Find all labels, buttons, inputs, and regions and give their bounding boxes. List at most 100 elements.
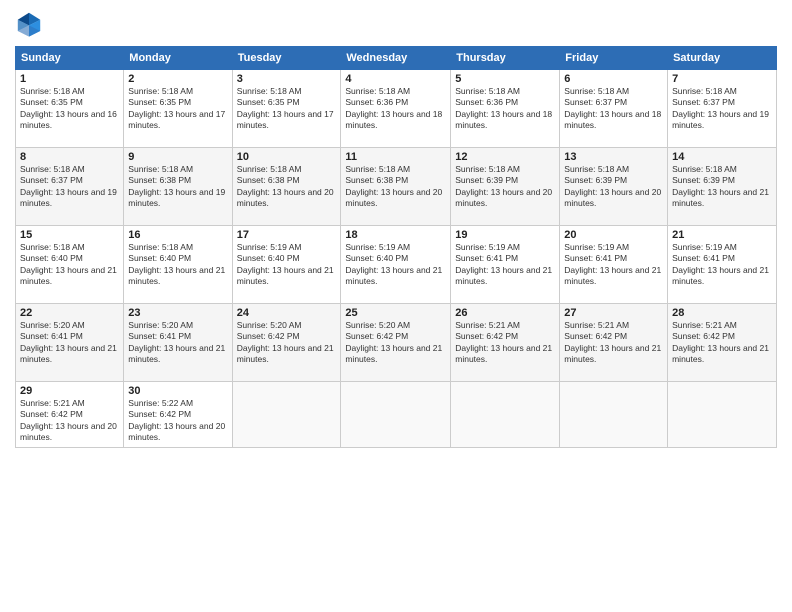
day-info: Sunrise: 5:18 AMSunset: 6:37 PMDaylight:… (672, 86, 769, 130)
day-number: 16 (128, 229, 227, 241)
day-cell: 13 Sunrise: 5:18 AMSunset: 6:39 PMDaylig… (560, 148, 668, 226)
day-info: Sunrise: 5:21 AMSunset: 6:42 PMDaylight:… (20, 398, 117, 442)
day-cell (668, 382, 777, 448)
weekday-header-thursday: Thursday (451, 47, 560, 70)
week-row-2: 8 Sunrise: 5:18 AMSunset: 6:37 PMDayligh… (16, 148, 777, 226)
day-cell: 1 Sunrise: 5:18 AMSunset: 6:35 PMDayligh… (16, 70, 124, 148)
day-info: Sunrise: 5:18 AMSunset: 6:39 PMDaylight:… (564, 164, 661, 208)
day-number: 6 (564, 73, 663, 85)
day-info: Sunrise: 5:20 AMSunset: 6:41 PMDaylight:… (128, 320, 225, 364)
day-info: Sunrise: 5:22 AMSunset: 6:42 PMDaylight:… (128, 398, 225, 442)
week-row-3: 15 Sunrise: 5:18 AMSunset: 6:40 PMDaylig… (16, 226, 777, 304)
day-number: 20 (564, 229, 663, 241)
day-number: 5 (455, 73, 555, 85)
week-row-1: 1 Sunrise: 5:18 AMSunset: 6:35 PMDayligh… (16, 70, 777, 148)
day-cell: 21 Sunrise: 5:19 AMSunset: 6:41 PMDaylig… (668, 226, 777, 304)
day-info: Sunrise: 5:21 AMSunset: 6:42 PMDaylight:… (564, 320, 661, 364)
weekday-header-tuesday: Tuesday (232, 47, 341, 70)
day-info: Sunrise: 5:18 AMSunset: 6:36 PMDaylight:… (345, 86, 442, 130)
day-info: Sunrise: 5:18 AMSunset: 6:36 PMDaylight:… (455, 86, 552, 130)
day-number: 24 (237, 307, 337, 319)
day-number: 23 (128, 307, 227, 319)
day-cell: 25 Sunrise: 5:20 AMSunset: 6:42 PMDaylig… (341, 304, 451, 382)
day-cell: 9 Sunrise: 5:18 AMSunset: 6:38 PMDayligh… (124, 148, 232, 226)
day-number: 21 (672, 229, 772, 241)
day-info: Sunrise: 5:18 AMSunset: 6:38 PMDaylight:… (128, 164, 225, 208)
day-info: Sunrise: 5:18 AMSunset: 6:35 PMDaylight:… (128, 86, 225, 130)
day-number: 13 (564, 151, 663, 163)
day-cell: 7 Sunrise: 5:18 AMSunset: 6:37 PMDayligh… (668, 70, 777, 148)
weekday-header-sunday: Sunday (16, 47, 124, 70)
day-info: Sunrise: 5:20 AMSunset: 6:41 PMDaylight:… (20, 320, 117, 364)
day-info: Sunrise: 5:19 AMSunset: 6:40 PMDaylight:… (237, 242, 334, 286)
day-cell: 6 Sunrise: 5:18 AMSunset: 6:37 PMDayligh… (560, 70, 668, 148)
day-info: Sunrise: 5:18 AMSunset: 6:38 PMDaylight:… (237, 164, 334, 208)
day-info: Sunrise: 5:18 AMSunset: 6:40 PMDaylight:… (128, 242, 225, 286)
day-cell: 15 Sunrise: 5:18 AMSunset: 6:40 PMDaylig… (16, 226, 124, 304)
day-cell: 12 Sunrise: 5:18 AMSunset: 6:39 PMDaylig… (451, 148, 560, 226)
weekday-header-saturday: Saturday (668, 47, 777, 70)
day-number: 15 (20, 229, 119, 241)
day-cell: 2 Sunrise: 5:18 AMSunset: 6:35 PMDayligh… (124, 70, 232, 148)
day-cell: 17 Sunrise: 5:19 AMSunset: 6:40 PMDaylig… (232, 226, 341, 304)
day-info: Sunrise: 5:18 AMSunset: 6:37 PMDaylight:… (564, 86, 661, 130)
day-number: 17 (237, 229, 337, 241)
day-number: 1 (20, 73, 119, 85)
week-row-5: 29 Sunrise: 5:21 AMSunset: 6:42 PMDaylig… (16, 382, 777, 448)
day-cell: 26 Sunrise: 5:21 AMSunset: 6:42 PMDaylig… (451, 304, 560, 382)
day-number: 27 (564, 307, 663, 319)
day-cell: 8 Sunrise: 5:18 AMSunset: 6:37 PMDayligh… (16, 148, 124, 226)
day-number: 3 (237, 73, 337, 85)
day-number: 28 (672, 307, 772, 319)
day-cell: 22 Sunrise: 5:20 AMSunset: 6:41 PMDaylig… (16, 304, 124, 382)
week-row-4: 22 Sunrise: 5:20 AMSunset: 6:41 PMDaylig… (16, 304, 777, 382)
day-info: Sunrise: 5:21 AMSunset: 6:42 PMDaylight:… (672, 320, 769, 364)
weekday-header-wednesday: Wednesday (341, 47, 451, 70)
day-info: Sunrise: 5:20 AMSunset: 6:42 PMDaylight:… (237, 320, 334, 364)
day-cell: 4 Sunrise: 5:18 AMSunset: 6:36 PMDayligh… (341, 70, 451, 148)
day-cell: 16 Sunrise: 5:18 AMSunset: 6:40 PMDaylig… (124, 226, 232, 304)
day-cell: 30 Sunrise: 5:22 AMSunset: 6:42 PMDaylig… (124, 382, 232, 448)
day-info: Sunrise: 5:18 AMSunset: 6:37 PMDaylight:… (20, 164, 117, 208)
page: SundayMondayTuesdayWednesdayThursdayFrid… (0, 0, 792, 612)
day-number: 26 (455, 307, 555, 319)
day-info: Sunrise: 5:21 AMSunset: 6:42 PMDaylight:… (455, 320, 552, 364)
day-number: 10 (237, 151, 337, 163)
day-cell (560, 382, 668, 448)
day-number: 12 (455, 151, 555, 163)
day-info: Sunrise: 5:18 AMSunset: 6:35 PMDaylight:… (237, 86, 334, 130)
day-cell (232, 382, 341, 448)
day-number: 7 (672, 73, 772, 85)
day-cell: 29 Sunrise: 5:21 AMSunset: 6:42 PMDaylig… (16, 382, 124, 448)
day-cell (451, 382, 560, 448)
day-info: Sunrise: 5:19 AMSunset: 6:41 PMDaylight:… (564, 242, 661, 286)
day-cell: 20 Sunrise: 5:19 AMSunset: 6:41 PMDaylig… (560, 226, 668, 304)
header (15, 10, 777, 38)
day-cell: 27 Sunrise: 5:21 AMSunset: 6:42 PMDaylig… (560, 304, 668, 382)
logo-icon (15, 10, 43, 38)
day-info: Sunrise: 5:18 AMSunset: 6:40 PMDaylight:… (20, 242, 117, 286)
day-number: 30 (128, 385, 227, 397)
weekday-header-row: SundayMondayTuesdayWednesdayThursdayFrid… (16, 47, 777, 70)
day-cell: 19 Sunrise: 5:19 AMSunset: 6:41 PMDaylig… (451, 226, 560, 304)
day-info: Sunrise: 5:20 AMSunset: 6:42 PMDaylight:… (345, 320, 442, 364)
day-cell: 14 Sunrise: 5:18 AMSunset: 6:39 PMDaylig… (668, 148, 777, 226)
day-cell: 10 Sunrise: 5:18 AMSunset: 6:38 PMDaylig… (232, 148, 341, 226)
day-number: 22 (20, 307, 119, 319)
day-info: Sunrise: 5:19 AMSunset: 6:40 PMDaylight:… (345, 242, 442, 286)
day-info: Sunrise: 5:18 AMSunset: 6:35 PMDaylight:… (20, 86, 117, 130)
day-cell: 18 Sunrise: 5:19 AMSunset: 6:40 PMDaylig… (341, 226, 451, 304)
day-info: Sunrise: 5:19 AMSunset: 6:41 PMDaylight:… (672, 242, 769, 286)
day-number: 19 (455, 229, 555, 241)
day-cell: 23 Sunrise: 5:20 AMSunset: 6:41 PMDaylig… (124, 304, 232, 382)
day-number: 4 (345, 73, 446, 85)
calendar-table: SundayMondayTuesdayWednesdayThursdayFrid… (15, 46, 777, 448)
day-number: 9 (128, 151, 227, 163)
day-info: Sunrise: 5:18 AMSunset: 6:39 PMDaylight:… (672, 164, 769, 208)
day-info: Sunrise: 5:18 AMSunset: 6:38 PMDaylight:… (345, 164, 442, 208)
day-info: Sunrise: 5:18 AMSunset: 6:39 PMDaylight:… (455, 164, 552, 208)
day-cell: 28 Sunrise: 5:21 AMSunset: 6:42 PMDaylig… (668, 304, 777, 382)
weekday-header-friday: Friday (560, 47, 668, 70)
day-cell: 24 Sunrise: 5:20 AMSunset: 6:42 PMDaylig… (232, 304, 341, 382)
day-cell (341, 382, 451, 448)
